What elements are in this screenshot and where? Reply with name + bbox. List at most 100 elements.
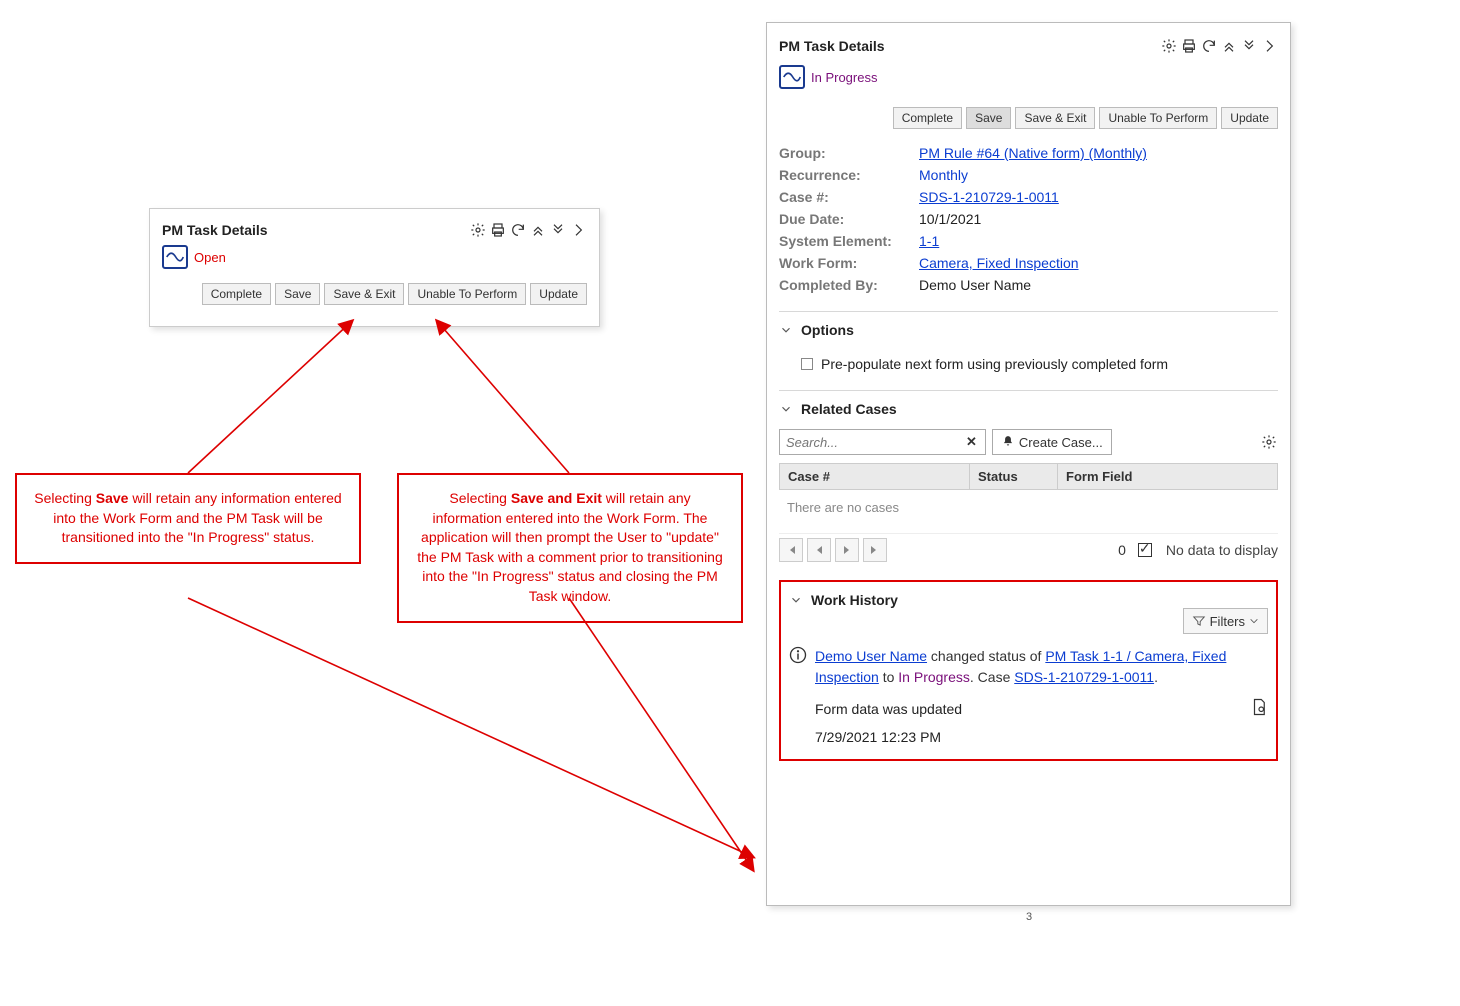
filters-label: Filters: [1210, 614, 1245, 629]
search-input-wrap[interactable]: ✕: [779, 429, 986, 455]
work-history-header[interactable]: Work History: [789, 592, 1268, 608]
save-and-exit-button[interactable]: Save & Exit: [324, 283, 404, 305]
status-label: In Progress: [811, 70, 877, 85]
caret-down-icon: [1249, 616, 1259, 626]
case-number-label: Case #:: [779, 189, 919, 205]
panel-title: PM Task Details: [779, 38, 885, 54]
callout-text: will retain any information entered into…: [417, 490, 723, 604]
completed-by-value: Demo User Name: [919, 277, 1278, 293]
due-date-value: 10/1/2021: [919, 211, 1278, 227]
column-case-number[interactable]: Case #: [780, 464, 970, 489]
refresh-icon[interactable]: [509, 221, 527, 239]
save-and-exit-button[interactable]: Save & Exit: [1015, 107, 1095, 129]
refresh-icon[interactable]: [1200, 37, 1218, 55]
pm-task-panel-small: PM Task Details Open Complete Save Save …: [149, 208, 600, 327]
first-page-button[interactable]: [779, 538, 803, 562]
chevron-right-icon[interactable]: [1260, 37, 1278, 55]
chevron-down-icon: [779, 402, 793, 416]
complete-button[interactable]: Complete: [893, 107, 962, 129]
due-date-label: Due Date:: [779, 211, 919, 227]
work-history-section: Work History Filters Demo User Name chan…: [779, 580, 1278, 761]
status-icon: [779, 65, 805, 89]
user-link[interactable]: Demo User Name: [815, 648, 927, 664]
bell-icon: [1001, 435, 1015, 449]
completed-by-label: Completed By:: [779, 277, 919, 293]
related-cases-toolbar: ✕ Create Case...: [779, 429, 1278, 455]
document-icon[interactable]: [1250, 698, 1268, 719]
panel-header: PM Task Details: [779, 37, 1278, 55]
expand-down-icon[interactable]: [549, 221, 567, 239]
unable-to-perform-button[interactable]: Unable To Perform: [1099, 107, 1217, 129]
work-form-link[interactable]: Camera, Fixed Inspection: [919, 255, 1079, 271]
refresh-checkbox-icon[interactable]: [1138, 543, 1152, 557]
complete-button[interactable]: Complete: [202, 283, 271, 305]
search-input[interactable]: [786, 435, 964, 450]
gear-icon[interactable]: [469, 221, 487, 239]
update-button[interactable]: Update: [1221, 107, 1278, 129]
status-row: In Progress: [779, 65, 1278, 89]
header-toolbar: [1160, 37, 1278, 55]
callout-save: Selecting Save will retain any informati…: [15, 473, 361, 564]
header-toolbar: [469, 221, 587, 239]
system-element-label: System Element:: [779, 233, 919, 249]
recurrence-label: Recurrence:: [779, 167, 919, 183]
filters-button[interactable]: Filters: [1183, 608, 1268, 634]
column-status[interactable]: Status: [970, 464, 1058, 489]
expand-down-icon[interactable]: [1240, 37, 1258, 55]
print-icon[interactable]: [489, 221, 507, 239]
work-history-timestamp: 7/29/2021 12:23 PM: [815, 729, 1268, 745]
unable-to-perform-button[interactable]: Unable To Perform: [408, 283, 526, 305]
callout-text: Selecting: [34, 490, 95, 506]
info-icon: [789, 646, 807, 664]
no-data-label: No data to display: [1166, 542, 1278, 558]
no-cases-message: There are no cases: [779, 490, 1278, 525]
gear-icon[interactable]: [1260, 433, 1278, 451]
wh-case-link[interactable]: SDS-1-210729-1-0011: [1014, 669, 1154, 685]
chevron-down-icon: [779, 323, 793, 337]
page-count: 0: [1118, 542, 1126, 558]
collapse-up-icon[interactable]: [1220, 37, 1238, 55]
callout-save-exit: Selecting Save and Exit will retain any …: [397, 473, 743, 623]
options-title: Options: [801, 322, 854, 338]
collapse-up-icon[interactable]: [529, 221, 547, 239]
page-number: 3: [1026, 911, 1032, 923]
work-history-title: Work History: [811, 592, 898, 608]
clear-search-icon[interactable]: ✕: [964, 434, 979, 450]
status-icon: [162, 245, 188, 269]
group-link[interactable]: PM Rule #64 (Native form) (Monthly): [919, 145, 1147, 161]
case-number-link[interactable]: SDS-1-210729-1-0011: [919, 189, 1059, 205]
print-icon[interactable]: [1180, 37, 1198, 55]
chevron-down-icon: [789, 593, 803, 607]
prepopulate-row[interactable]: Pre-populate next form using previously …: [801, 356, 1278, 372]
related-cases-header[interactable]: Related Cases: [779, 401, 1278, 417]
group-label: Group:: [779, 145, 919, 161]
action-button-row: Complete Save Save & Exit Unable To Perf…: [162, 283, 587, 305]
gear-icon[interactable]: [1160, 37, 1178, 55]
prev-page-button[interactable]: [807, 538, 831, 562]
filter-icon: [1192, 614, 1206, 628]
options-header[interactable]: Options: [779, 322, 1278, 338]
status-row: Open: [162, 245, 587, 269]
chevron-right-icon[interactable]: [569, 221, 587, 239]
recurrence-value: Monthly: [919, 167, 1278, 183]
wh-status: In Progress: [898, 669, 970, 685]
create-case-label: Create Case...: [1019, 435, 1103, 450]
save-button[interactable]: Save: [275, 283, 320, 305]
work-history-entry: Demo User Name changed status of PM Task…: [789, 646, 1268, 688]
last-page-button[interactable]: [863, 538, 887, 562]
callout-bold: Save and Exit: [511, 490, 602, 506]
column-form-field[interactable]: Form Field: [1058, 464, 1277, 489]
prepopulate-label: Pre-populate next form using previously …: [821, 356, 1168, 372]
system-element-link[interactable]: 1-1: [919, 233, 939, 249]
status-label: Open: [194, 250, 226, 265]
panel-header: PM Task Details: [162, 221, 587, 239]
work-history-text: Demo User Name changed status of PM Task…: [815, 646, 1268, 688]
prepopulate-checkbox[interactable]: [801, 358, 813, 370]
next-page-button[interactable]: [835, 538, 859, 562]
save-button[interactable]: Save: [966, 107, 1011, 129]
callout-text: Selecting: [449, 490, 510, 506]
update-button[interactable]: Update: [530, 283, 587, 305]
related-cases-table-header: Case # Status Form Field: [779, 463, 1278, 490]
callout-bold: Save: [96, 490, 129, 506]
create-case-button[interactable]: Create Case...: [992, 429, 1112, 455]
